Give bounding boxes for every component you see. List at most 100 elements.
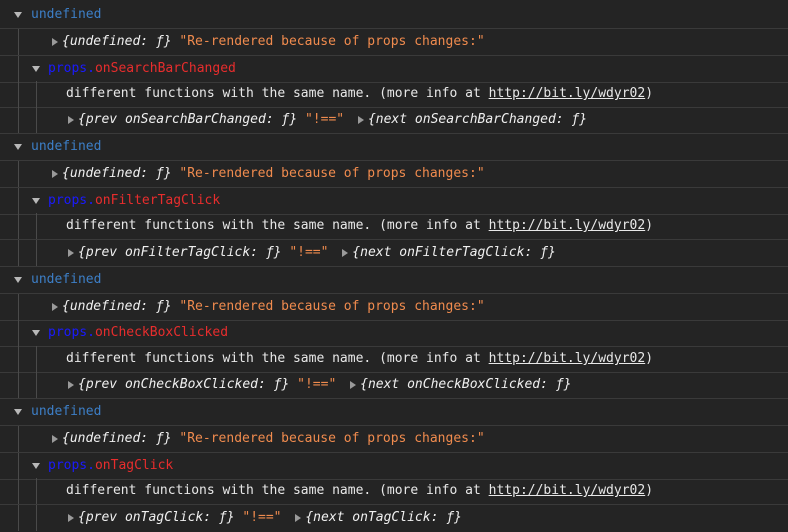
expand-down-icon[interactable]: [32, 198, 40, 204]
indent-guide: [18, 426, 19, 452]
props-label: props.onTagClick: [48, 458, 174, 473]
indent-guide: [36, 213, 37, 239]
comparison-row: {prev onSearchBarChanged: ƒ} "!==" {next…: [0, 107, 788, 134]
indent-guide: [18, 107, 19, 133]
expand-down-icon[interactable]: [32, 66, 40, 72]
detail-row: different functions with the same name. …: [0, 346, 788, 373]
info-link[interactable]: http://bit.ly/wdyr02: [489, 351, 646, 366]
expand-right-icon[interactable]: [68, 248, 74, 257]
indent-guide: [36, 478, 37, 504]
log-summary-row[interactable]: {undefined: ƒ} "Re-rendered because of p…: [0, 294, 788, 321]
props-key: onSearchBarChanged: [94, 61, 236, 76]
comparison: {prev onSearchBarChanged: ƒ} "!==" {next…: [62, 107, 587, 133]
props-label: props.onFilterTagClick: [48, 193, 221, 208]
expand-right-icon[interactable]: [68, 380, 74, 389]
detail-row: different functions with the same name. …: [0, 478, 788, 505]
expand-down-icon[interactable]: [14, 409, 22, 415]
indent-guide: [18, 81, 19, 107]
indent-guide: [18, 213, 19, 239]
log-summary: {undefined: ƒ} "Re-rendered because of p…: [62, 426, 485, 452]
expand-down-icon[interactable]: [14, 277, 22, 283]
group-header[interactable]: undefined: [0, 267, 788, 294]
detail-text: different functions with the same name. …: [66, 218, 654, 233]
info-link[interactable]: http://bit.ly/wdyr02: [489, 86, 646, 101]
props-label: props.onCheckBoxClicked: [48, 325, 229, 340]
expand-right-icon[interactable]: [52, 38, 58, 46]
neq-operator: "!==": [242, 510, 282, 525]
comparison-row: {prev onFilterTagClick: ƒ} "!==" {next o…: [0, 240, 788, 267]
indent-guide: [18, 346, 19, 372]
indent-guide: [18, 240, 19, 266]
comparison: {prev onFilterTagClick: ƒ} "!==" {next o…: [62, 240, 556, 266]
next-value[interactable]: {next onSearchBarChanged: ƒ}: [368, 112, 587, 127]
log-summary-row[interactable]: {undefined: ƒ} "Re-rendered because of p…: [0, 29, 788, 56]
group-header[interactable]: undefined: [0, 399, 788, 426]
log-summary: {undefined: ƒ} "Re-rendered because of p…: [62, 29, 485, 55]
group-header-label: undefined: [31, 7, 102, 22]
info-link[interactable]: http://bit.ly/wdyr02: [489, 483, 646, 498]
group-header-label: undefined: [31, 272, 102, 287]
neq-operator: "!==": [289, 245, 329, 260]
comparison-row: {prev onCheckBoxClicked: ƒ} "!==" {next …: [0, 372, 788, 399]
prev-value[interactable]: {prev onFilterTagClick: ƒ}: [78, 245, 282, 260]
expand-down-icon[interactable]: [32, 463, 40, 469]
prev-value[interactable]: {prev onCheckBoxClicked: ƒ}: [78, 377, 289, 392]
detail-text: different functions with the same name. …: [66, 483, 654, 498]
next-value[interactable]: {next onFilterTagClick: ƒ}: [352, 245, 556, 260]
summary-object: {undefined: ƒ}: [62, 34, 172, 49]
group-header[interactable]: undefined: [0, 134, 788, 161]
indent-guide: [18, 161, 19, 187]
group-header[interactable]: undefined: [0, 2, 788, 29]
devtools-console: undefined {undefined: ƒ} "Re-rendered be…: [0, 0, 788, 532]
indent-guide: [36, 240, 37, 266]
indent-guide: [18, 294, 19, 320]
prev-value[interactable]: {prev onTagClick: ƒ}: [78, 510, 235, 525]
expand-right-icon[interactable]: [342, 248, 349, 257]
log-summary-row[interactable]: {undefined: ƒ} "Re-rendered because of p…: [0, 426, 788, 453]
props-group-header[interactable]: props.onFilterTagClick: [0, 188, 788, 215]
expand-right-icon[interactable]: [68, 115, 74, 124]
props-key: onTagClick: [94, 458, 174, 473]
indent-guide: [18, 320, 19, 346]
summary-message: "Re-rendered because of props changes:": [179, 431, 485, 446]
group-header-label: undefined: [31, 139, 102, 154]
expand-right-icon[interactable]: [350, 380, 357, 389]
props-group-header[interactable]: props.onCheckBoxClicked: [0, 320, 788, 347]
summary-message: "Re-rendered because of props changes:": [179, 166, 485, 181]
indent-guide: [36, 505, 37, 531]
expand-right-icon[interactable]: [357, 115, 364, 124]
summary-object: {undefined: ƒ}: [62, 299, 172, 314]
log-summary-row[interactable]: {undefined: ƒ} "Re-rendered because of p…: [0, 161, 788, 188]
indent-guide: [18, 29, 19, 55]
props-key: onCheckBoxClicked: [94, 325, 229, 340]
expand-down-icon[interactable]: [14, 12, 22, 18]
prev-value[interactable]: {prev onSearchBarChanged: ƒ}: [78, 112, 297, 127]
summary-message: "Re-rendered because of props changes:": [179, 299, 485, 314]
indent-guide: [18, 372, 19, 398]
props-group-header[interactable]: props.onSearchBarChanged: [0, 56, 788, 83]
detail-text: different functions with the same name. …: [66, 351, 654, 366]
summary-object: {undefined: ƒ}: [62, 166, 172, 181]
indent-guide: [36, 372, 37, 398]
next-value[interactable]: {next onTagClick: ƒ}: [305, 510, 462, 525]
expand-right-icon[interactable]: [295, 513, 302, 522]
comparison: {prev onCheckBoxClicked: ƒ} "!==" {next …: [62, 372, 571, 398]
expand-down-icon[interactable]: [14, 144, 22, 150]
detail-row: different functions with the same name. …: [0, 81, 788, 108]
summary-object: {undefined: ƒ}: [62, 431, 172, 446]
next-value[interactable]: {next onCheckBoxClicked: ƒ}: [360, 377, 571, 392]
expand-right-icon[interactable]: [52, 303, 58, 311]
expand-right-icon[interactable]: [68, 513, 74, 522]
props-group-header[interactable]: props.onTagClick: [0, 453, 788, 480]
info-link[interactable]: http://bit.ly/wdyr02: [489, 218, 646, 233]
neq-operator: "!==": [304, 112, 345, 127]
props-label: props.onSearchBarChanged: [48, 61, 236, 76]
group-header-label: undefined: [31, 404, 102, 419]
expand-down-icon[interactable]: [32, 330, 40, 336]
expand-right-icon[interactable]: [52, 435, 58, 443]
indent-guide: [36, 346, 37, 372]
indent-guide: [36, 107, 37, 133]
expand-right-icon[interactable]: [52, 170, 58, 178]
comparison: {prev onTagClick: ƒ} "!==" {next onTagCl…: [62, 505, 462, 531]
detail-row: different functions with the same name. …: [0, 213, 788, 240]
